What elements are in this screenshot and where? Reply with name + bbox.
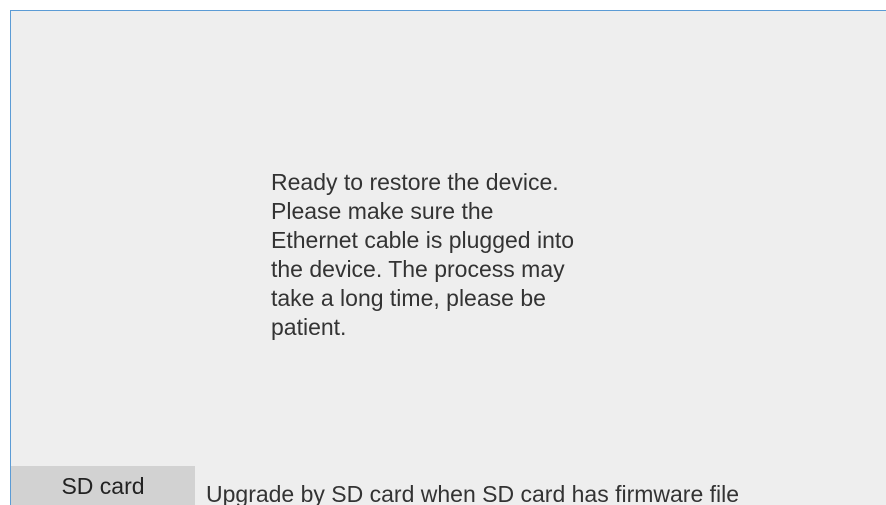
restore-message: Ready to restore the device. Please make… <box>271 169 575 340</box>
sd-card-button[interactable]: SD card <box>11 466 195 505</box>
sd-card-description: Upgrade by SD card when SD card has firm… <box>206 481 740 505</box>
restore-panel: Ready to restore the device. Please make… <box>10 10 886 505</box>
